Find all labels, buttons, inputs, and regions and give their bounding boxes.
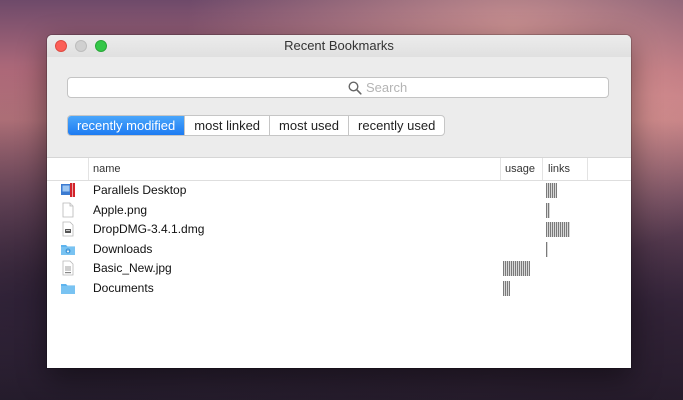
table-header: name usage links xyxy=(47,158,631,181)
title-bar[interactable]: Recent Bookmarks xyxy=(47,35,631,57)
bookmark-name: Apple.png xyxy=(93,202,148,217)
search-input[interactable]: Search xyxy=(67,77,609,98)
table-row[interactable]: Apple.png xyxy=(47,201,631,221)
minimize-window-button[interactable] xyxy=(75,40,87,52)
search-icon xyxy=(348,81,362,95)
search-placeholder: Search xyxy=(366,80,408,95)
parallels-app-icon xyxy=(61,183,75,197)
tab-most-used[interactable]: most used xyxy=(269,116,348,135)
image-file-icon xyxy=(62,260,74,276)
folder-icon xyxy=(61,283,75,294)
bookmark-name: DropDMG-3.4.1.dmg xyxy=(93,222,205,236)
bookmark-name: Parallels Desktop xyxy=(93,183,187,197)
zoom-window-button[interactable] xyxy=(95,40,107,52)
tab-most-linked[interactable]: most linked xyxy=(184,116,269,135)
name-column-header[interactable]: name xyxy=(89,158,501,180)
links-column-header[interactable]: links xyxy=(543,158,588,180)
bookmarks-window: Recent Bookmarks Search recently modifie… xyxy=(47,35,631,368)
links-bar xyxy=(546,202,550,218)
icon-column-header[interactable] xyxy=(47,158,89,180)
table-row[interactable]: Downloads xyxy=(47,240,631,260)
tab-recently-modified[interactable]: recently modified xyxy=(68,116,185,135)
close-window-button[interactable] xyxy=(55,40,67,52)
window-title: Recent Bookmarks xyxy=(284,38,394,53)
disk-image-icon xyxy=(62,221,74,237)
filter-segmented-control: recently modified most linked most used … xyxy=(67,115,446,136)
bookmark-name: Downloads xyxy=(93,241,153,256)
usage-column-header[interactable]: usage xyxy=(501,158,543,180)
bookmarks-table: name usage links Parallels Desktop Apple… xyxy=(47,157,631,368)
tab-recently-used[interactable]: recently used xyxy=(348,116,444,135)
table-row[interactable]: Basic_New.jpg xyxy=(47,259,631,279)
table-row[interactable]: Parallels Desktop xyxy=(47,181,631,201)
table-row[interactable]: Documents xyxy=(47,279,631,299)
document-icon xyxy=(62,202,74,217)
bookmark-name: Documents xyxy=(93,280,154,295)
links-bar xyxy=(546,222,570,237)
bookmark-name: Basic_New.jpg xyxy=(93,261,172,275)
links-bar xyxy=(546,183,557,198)
usage-bar xyxy=(503,280,510,296)
table-row[interactable]: DropDMG-3.4.1.dmg xyxy=(47,220,631,240)
downloads-folder-icon xyxy=(61,244,75,255)
usage-bar xyxy=(503,261,530,276)
links-bar xyxy=(546,241,548,257)
